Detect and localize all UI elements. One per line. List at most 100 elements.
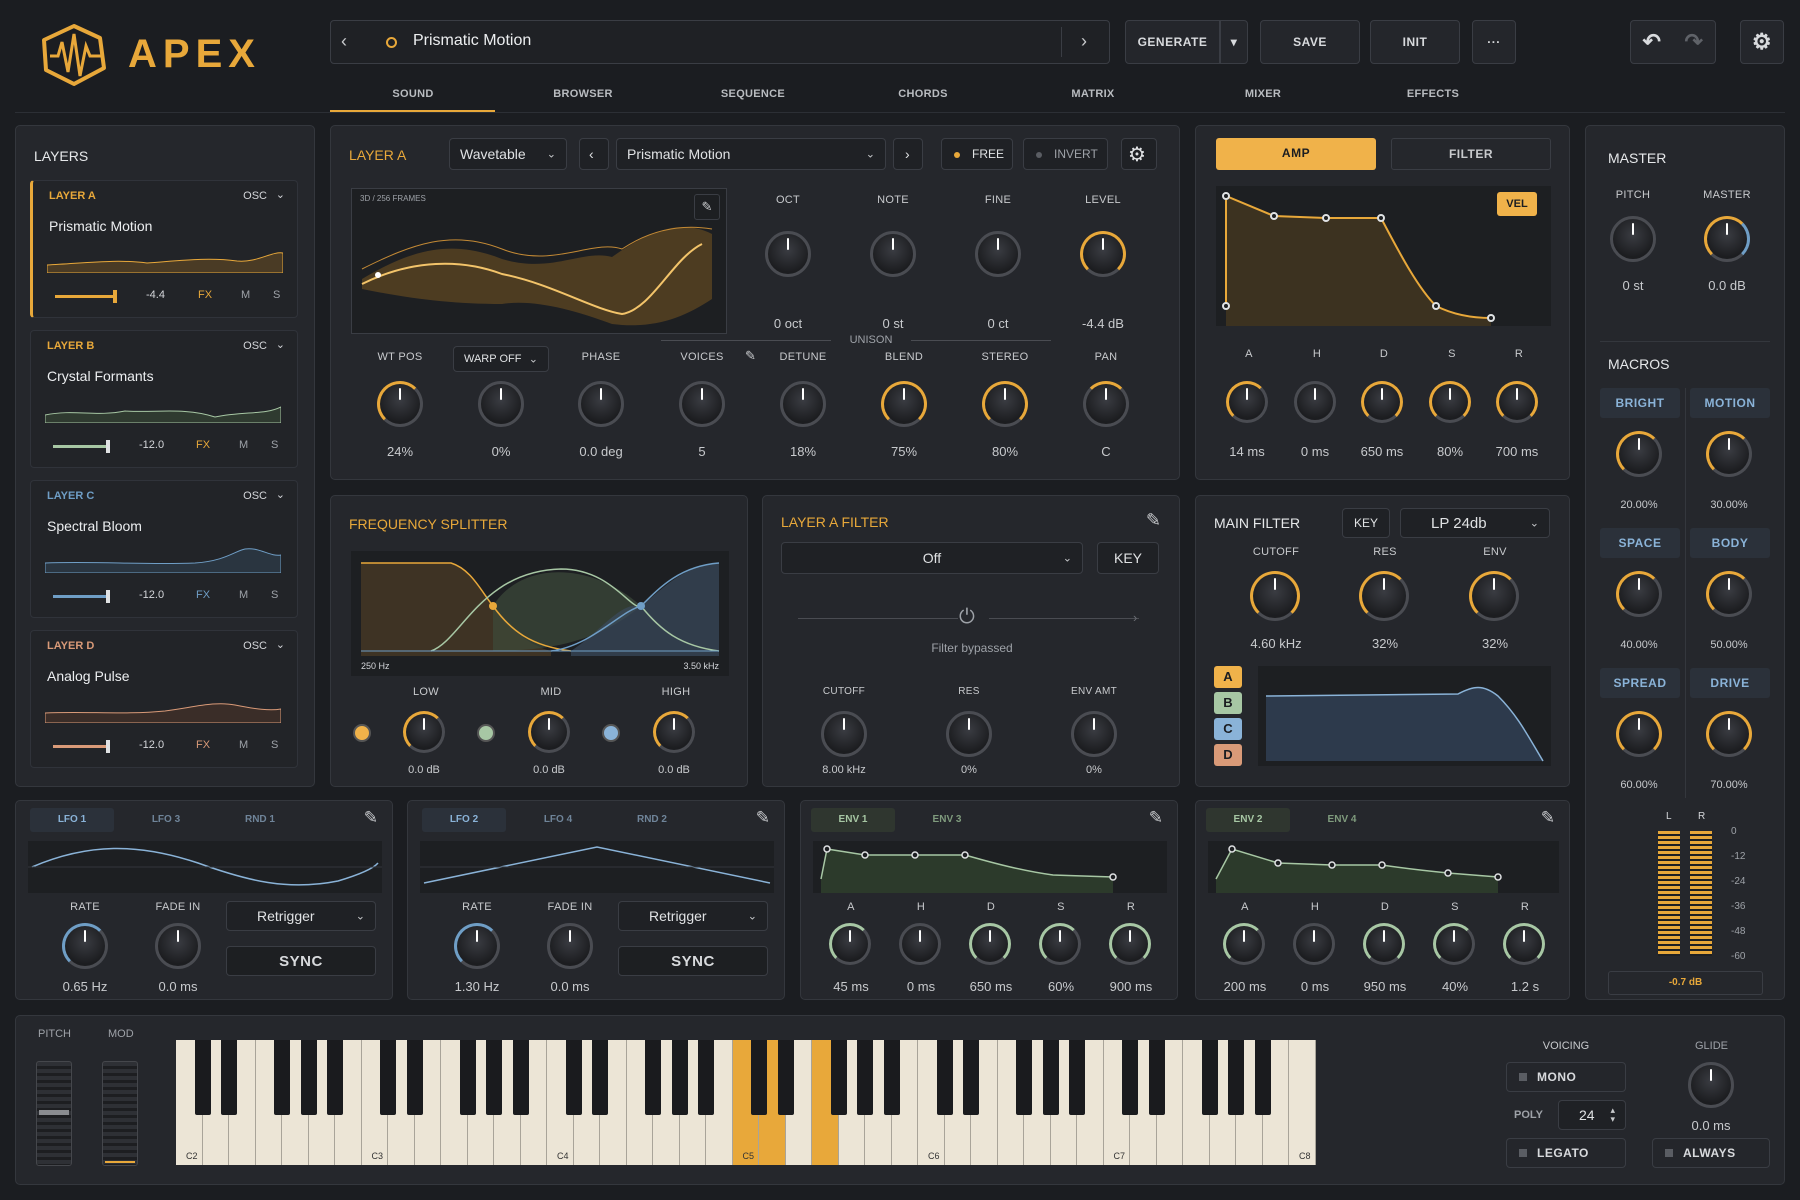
lfo1-sync-button[interactable]: SYNC xyxy=(226,946,376,976)
layer-settings-button[interactable]: ⚙ xyxy=(1121,138,1157,170)
main-filter-key-button[interactable]: KEY xyxy=(1342,508,1390,538)
master-volume-knob[interactable] xyxy=(1704,216,1750,262)
velocity-toggle[interactable]: VEL xyxy=(1497,192,1537,216)
glide-knob[interactable] xyxy=(1688,1062,1734,1108)
band-low-dot[interactable] xyxy=(353,724,371,742)
layer-mute-button[interactable]: M xyxy=(239,439,248,451)
tab-mixer[interactable]: MIXER xyxy=(1208,88,1318,100)
env1-display[interactable] xyxy=(813,841,1167,893)
tab-matrix[interactable]: MATRIX xyxy=(1038,88,1148,100)
engine-select[interactable]: Wavetable ⌄ xyxy=(449,138,567,170)
lfo2-mode-select[interactable]: Retrigger ⌄ xyxy=(618,901,768,931)
oct-knob[interactable] xyxy=(765,231,811,277)
black-key[interactable] xyxy=(698,1040,714,1115)
route-a-button[interactable]: A xyxy=(1214,666,1242,688)
layer-level-slider[interactable] xyxy=(53,590,110,603)
layer-fx-button[interactable]: FX xyxy=(198,289,212,301)
black-key[interactable] xyxy=(1016,1040,1032,1115)
band-high-knob[interactable] xyxy=(653,711,695,753)
note-knob[interactable] xyxy=(870,231,916,277)
black-key[interactable] xyxy=(1228,1040,1244,1115)
black-key[interactable] xyxy=(1148,1040,1165,1115)
amp-h-knob[interactable] xyxy=(1294,381,1336,423)
layer-fx-button[interactable]: FX xyxy=(196,439,210,451)
black-key[interactable] xyxy=(486,1040,502,1115)
env2-h-knob[interactable] xyxy=(1293,923,1335,965)
edit-icon[interactable]: ✎ xyxy=(1146,510,1161,531)
warp-knob[interactable] xyxy=(478,381,524,427)
pitch-wheel[interactable] xyxy=(36,1061,72,1166)
black-key[interactable] xyxy=(221,1040,237,1115)
layer-type-select[interactable]: OSC xyxy=(243,190,267,202)
env1-r-knob[interactable] xyxy=(1109,923,1151,965)
amp-a-knob[interactable] xyxy=(1226,381,1268,423)
layer-mute-button[interactable]: M xyxy=(241,289,250,301)
env2-s-knob[interactable] xyxy=(1433,923,1475,965)
black-key[interactable] xyxy=(1069,1040,1085,1115)
macro-bright-knob[interactable] xyxy=(1616,431,1662,477)
voices-knob[interactable] xyxy=(679,381,725,427)
lfo2-fade-knob[interactable] xyxy=(547,923,593,969)
prev-preset-button[interactable]: ‹ xyxy=(341,31,361,52)
white-key[interactable]: C8 xyxy=(1289,1040,1316,1165)
edit-icon[interactable]: ✎ xyxy=(756,808,770,828)
mf-env-knob[interactable] xyxy=(1469,571,1519,621)
edit-icon[interactable]: ✎ xyxy=(1541,808,1555,828)
layer-solo-button[interactable]: S xyxy=(271,439,278,451)
macro-spread-knob[interactable] xyxy=(1616,711,1662,757)
macro-space-label[interactable]: SPACE xyxy=(1600,528,1680,558)
legato-toggle[interactable]: LEGATO xyxy=(1506,1138,1626,1168)
layer-type-select[interactable]: OSC xyxy=(243,640,267,652)
edit-icon[interactable]: ✎ xyxy=(364,808,378,828)
generate-dropdown[interactable]: ▾ xyxy=(1220,20,1248,64)
macro-motion-label[interactable]: MOTION xyxy=(1690,388,1770,418)
undo-button[interactable]: ↶ ↷ xyxy=(1630,20,1716,64)
tab-effects[interactable]: EFFECTS xyxy=(1378,88,1488,100)
route-c-button[interactable]: C xyxy=(1214,718,1242,740)
next-wavetable-button[interactable]: › xyxy=(893,138,923,170)
macro-drive-knob[interactable] xyxy=(1706,711,1752,757)
chevron-down-icon[interactable]: ⌄ xyxy=(276,638,285,651)
env1-d-knob[interactable] xyxy=(969,923,1011,965)
prev-wavetable-button[interactable]: ‹ xyxy=(579,138,609,170)
lf-envamt-knob[interactable] xyxy=(1071,711,1117,757)
env2-display[interactable] xyxy=(1208,841,1559,893)
tab-lfo1[interactable]: LFO 1 xyxy=(30,808,114,832)
layer-card-b[interactable]: LAYER B OSC ⌄ Crystal Formants -12.0 FX … xyxy=(30,330,298,468)
black-key[interactable] xyxy=(380,1040,396,1115)
black-key[interactable] xyxy=(883,1040,900,1115)
splitter-display[interactable]: 250 Hz 3.50 kHz xyxy=(351,551,729,676)
tab-sequence[interactable]: SEQUENCE xyxy=(698,88,808,100)
lfo2-display[interactable] xyxy=(420,841,774,893)
black-key[interactable] xyxy=(645,1040,661,1115)
filter-response-display[interactable] xyxy=(1258,666,1551,766)
macro-bright-label[interactable]: BRIGHT xyxy=(1600,388,1680,418)
lfo1-rate-knob[interactable] xyxy=(62,923,108,969)
lfo1-mode-select[interactable]: Retrigger ⌄ xyxy=(226,901,376,931)
layer-filter-type-select[interactable]: Off ⌄ xyxy=(781,542,1083,574)
tab-rnd1[interactable]: RND 1 xyxy=(218,808,302,832)
mf-cutoff-knob[interactable] xyxy=(1250,571,1300,621)
phase-knob[interactable] xyxy=(578,381,624,427)
save-button[interactable]: SAVE xyxy=(1260,20,1360,64)
black-key[interactable] xyxy=(1254,1040,1271,1115)
macro-body-label[interactable]: BODY xyxy=(1690,528,1770,558)
mono-toggle[interactable]: MONO xyxy=(1506,1062,1626,1092)
chevron-down-icon[interactable]: ⌄ xyxy=(276,488,285,501)
tab-env2[interactable]: ENV 2 xyxy=(1206,808,1290,832)
macro-body-knob[interactable] xyxy=(1706,571,1752,617)
layer-mute-button[interactable]: M xyxy=(239,589,248,601)
black-key[interactable] xyxy=(406,1040,423,1115)
route-d-button[interactable]: D xyxy=(1214,744,1242,766)
black-key[interactable] xyxy=(459,1040,476,1115)
tab-lfo4[interactable]: LFO 4 xyxy=(516,808,600,832)
black-key[interactable] xyxy=(194,1040,211,1115)
generate-button[interactable]: GENERATE xyxy=(1125,20,1220,64)
poly-stepper[interactable]: 24 ▴ ▾ xyxy=(1558,1100,1626,1130)
macro-motion-knob[interactable] xyxy=(1706,431,1752,477)
pan-knob[interactable] xyxy=(1083,381,1129,427)
undo-icon[interactable]: ↶ xyxy=(1643,29,1662,55)
band-mid-knob[interactable] xyxy=(528,711,570,753)
layer-fx-button[interactable]: FX xyxy=(196,589,210,601)
env2-d-knob[interactable] xyxy=(1363,923,1405,965)
